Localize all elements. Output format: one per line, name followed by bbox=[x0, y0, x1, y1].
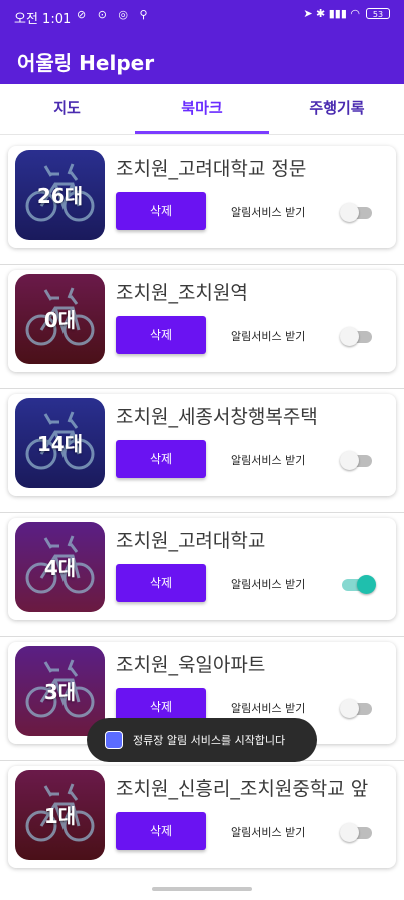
toggle-knob bbox=[340, 823, 359, 842]
notification-label: 알림서비스 받기 bbox=[231, 330, 306, 343]
delete-button[interactable]: 삭제 bbox=[116, 440, 206, 478]
notification-label: 알림서비스 받기 bbox=[231, 702, 306, 715]
bookmark-card[interactable]: 4대 조치원_고려대학교 삭제 알림서비스 받기 bbox=[8, 518, 396, 620]
station-thumbnail: 3대 bbox=[15, 646, 105, 736]
nav-bar bbox=[0, 878, 404, 900]
status-time: 오전 1:01 bbox=[14, 12, 72, 27]
bookmark-card[interactable]: 1대 조치원_신흥리_조치원중학교 앞 삭제 알림서비스 받기 bbox=[8, 766, 396, 868]
bookmark-card[interactable]: 0대 조치원_조치원역 삭제 알림서비스 받기 bbox=[8, 270, 396, 372]
app-icon bbox=[105, 731, 123, 749]
toast-text: 정류장 알림 서비스를 시작합니다 bbox=[133, 734, 286, 747]
delete-button[interactable]: 삭제 bbox=[116, 812, 206, 850]
notification-toggle[interactable] bbox=[340, 822, 374, 842]
status-right-glyphs: ➤ ✱ ▮▮▮ ◠ bbox=[303, 7, 360, 20]
bookmark-card[interactable]: 26대 조치원_고려대학교 정문 삭제 알림서비스 받기 bbox=[8, 146, 396, 248]
station-name: 조치원_조치원역 bbox=[116, 282, 248, 304]
notification-label: 알림서비스 받기 bbox=[231, 826, 306, 839]
list-item: 0대 조치원_조치원역 삭제 알림서비스 받기 bbox=[0, 264, 404, 389]
tab-bar: 지도 북마크 주행기록 bbox=[0, 84, 404, 135]
notification-label: 알림서비스 받기 bbox=[231, 206, 306, 219]
delete-button[interactable]: 삭제 bbox=[116, 564, 206, 602]
status-right-icons: ➤ ✱ ▮▮▮ ◠ 53 bbox=[303, 7, 390, 20]
bike-count: 4대 bbox=[43, 556, 77, 580]
notification-toggle[interactable] bbox=[340, 450, 374, 470]
notification-toggle[interactable] bbox=[340, 574, 376, 594]
toggle-knob bbox=[340, 203, 359, 222]
bike-count: 26대 bbox=[36, 184, 84, 208]
station-name: 조치원_고려대학교 bbox=[116, 530, 266, 552]
station-thumbnail: 4대 bbox=[15, 522, 105, 612]
app-title: 어울링 Helper bbox=[17, 51, 155, 75]
home-handle[interactable] bbox=[152, 887, 252, 891]
battery-icon: 53 bbox=[366, 8, 390, 19]
tab-map[interactable]: 지도 bbox=[0, 84, 134, 134]
status-left-icons: ⊘ ⊙ ◎ ⚲ bbox=[77, 8, 152, 21]
bike-count: 0대 bbox=[43, 308, 77, 332]
station-name: 조치원_세종서창행복주택 bbox=[116, 406, 318, 428]
notification-toggle[interactable] bbox=[340, 326, 374, 346]
toggle-knob bbox=[340, 451, 359, 470]
station-name: 조치원_욱일아파트 bbox=[116, 654, 266, 676]
list-item: 1대 조치원_신흥리_조치원중학교 앞 삭제 알림서비스 받기 bbox=[0, 760, 404, 885]
bike-count: 3대 bbox=[43, 680, 77, 704]
notification-label: 알림서비스 받기 bbox=[231, 578, 306, 591]
toggle-knob bbox=[357, 575, 376, 594]
toast: 정류장 알림 서비스를 시작합니다 bbox=[87, 718, 317, 762]
tab-ride-history[interactable]: 주행기록 bbox=[270, 84, 404, 134]
list-item: 26대 조치원_고려대학교 정문 삭제 알림서비스 받기 bbox=[0, 140, 404, 265]
bike-count: 14대 bbox=[36, 432, 84, 456]
station-thumbnail: 1대 bbox=[15, 770, 105, 860]
bike-count: 1대 bbox=[43, 804, 77, 828]
notification-toggle[interactable] bbox=[340, 698, 374, 718]
station-thumbnail: 26대 bbox=[15, 150, 105, 240]
notification-label: 알림서비스 받기 bbox=[231, 454, 306, 467]
tab-bookmark[interactable]: 북마크 bbox=[135, 84, 269, 134]
tab-indicator bbox=[135, 131, 269, 134]
list-item: 14대 조치원_세종서창행복주택 삭제 알림서비스 받기 bbox=[0, 388, 404, 513]
station-name: 조치원_고려대학교 정문 bbox=[116, 158, 307, 180]
station-thumbnail: 14대 bbox=[15, 398, 105, 488]
status-bar: 오전 1:01 ⊘ ⊙ ◎ ⚲ ➤ ✱ ▮▮▮ ◠ 53 bbox=[0, 0, 404, 34]
station-name: 조치원_신흥리_조치원중학교 앞 bbox=[116, 778, 369, 800]
bookmark-card[interactable]: 14대 조치원_세종서창행복주택 삭제 알림서비스 받기 bbox=[8, 394, 396, 496]
list-item: 4대 조치원_고려대학교 삭제 알림서비스 받기 bbox=[0, 512, 404, 637]
delete-button[interactable]: 삭제 bbox=[116, 316, 206, 354]
app-bar: 어울링 Helper bbox=[0, 34, 404, 84]
toggle-knob bbox=[340, 699, 359, 718]
delete-button[interactable]: 삭제 bbox=[116, 192, 206, 230]
notification-toggle[interactable] bbox=[340, 202, 374, 222]
toggle-knob bbox=[340, 327, 359, 346]
station-thumbnail: 0대 bbox=[15, 274, 105, 364]
